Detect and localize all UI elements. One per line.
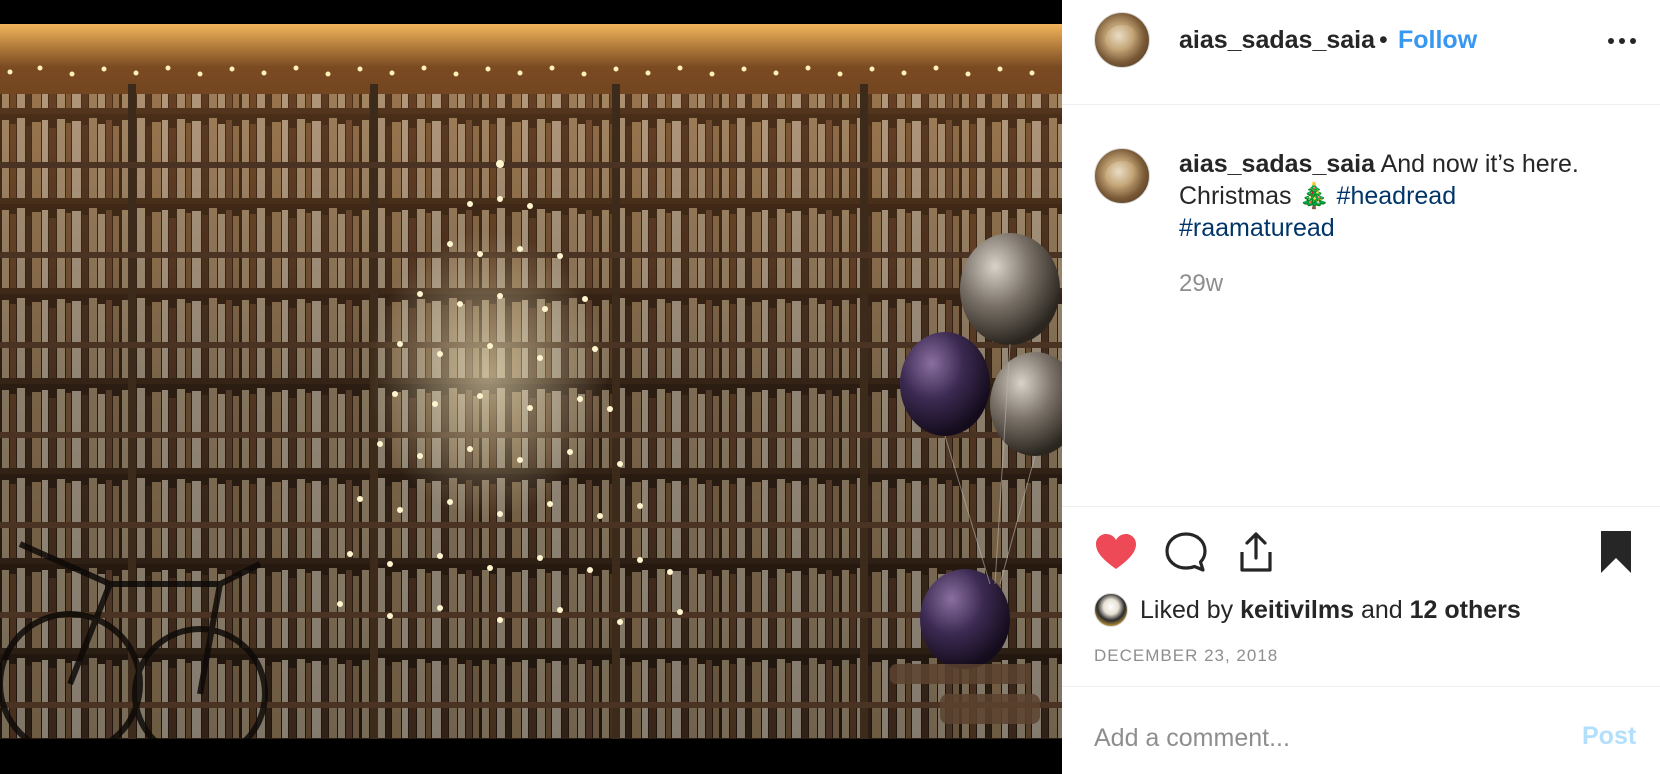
caption-text-line1: And now it’s here. xyxy=(1375,150,1579,178)
others-likes-link[interactable]: 12 others xyxy=(1410,596,1521,624)
likes-connector: and xyxy=(1354,595,1410,624)
post-photo xyxy=(0,24,1062,739)
more-options-icon[interactable] xyxy=(1602,26,1642,56)
hashtag-raamaturead[interactable]: #raamaturead xyxy=(1179,214,1335,242)
header-divider xyxy=(1062,104,1660,105)
likes-row: Liked by keitivilms and 12 others xyxy=(1094,592,1521,628)
caption: aias_sadas_saia And now it’s here. Christ… xyxy=(1179,148,1629,244)
likes-text: Liked by keitivilms and 12 others xyxy=(1140,596,1521,625)
caption-text-line2: Christmas 🎄 xyxy=(1179,182,1337,210)
caption-time-ago[interactable]: 29w xyxy=(1179,270,1223,298)
bookmark-icon[interactable] xyxy=(1592,528,1640,576)
caption-avatar[interactable] xyxy=(1094,148,1150,204)
actions-divider xyxy=(1062,506,1660,507)
caption-username[interactable]: aias_sadas_saia xyxy=(1179,150,1375,178)
comment-divider xyxy=(1062,686,1660,687)
comment-input[interactable] xyxy=(1094,716,1534,760)
share-icon[interactable] xyxy=(1232,528,1280,576)
post-comment-button[interactable]: Post xyxy=(1582,722,1636,751)
comment-icon[interactable] xyxy=(1162,528,1210,576)
liker-avatar[interactable] xyxy=(1094,593,1128,627)
post-media[interactable] xyxy=(0,0,1062,774)
action-bar xyxy=(1092,528,1642,576)
likes-prefix: Liked by xyxy=(1140,595,1241,624)
header-separator: • xyxy=(1379,26,1388,54)
first-liker-link[interactable]: keitivilms xyxy=(1240,596,1354,624)
header-username[interactable]: aias_sadas_saia xyxy=(1179,24,1375,56)
follow-button[interactable]: Follow xyxy=(1398,24,1477,56)
post-side-panel: aias_sadas_saia • Follow aias_sadas_saia… xyxy=(1062,0,1660,774)
post-date[interactable]: DECEMBER 23, 2018 xyxy=(1094,646,1278,666)
heart-icon[interactable] xyxy=(1092,528,1140,576)
hashtag-headread[interactable]: #headread xyxy=(1337,182,1457,210)
header-avatar[interactable] xyxy=(1094,12,1150,68)
